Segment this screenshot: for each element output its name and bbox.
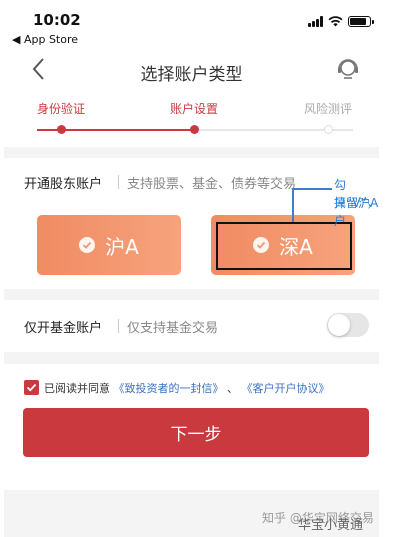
section-divider [4, 289, 379, 300]
annotation-line-vertical [292, 188, 294, 222]
sh-a-account-button[interactable]: 沪A [37, 215, 181, 275]
checkmark-icon [26, 383, 37, 392]
step-dot-3 [324, 125, 333, 134]
agreement-separator: 、 [227, 382, 238, 395]
cellular-signal-icon [308, 16, 323, 27]
step-dot-1 [57, 125, 66, 134]
stock-account-subtitle: 支持股票、基金、债券等交易 [127, 177, 297, 192]
fund-only-toggle[interactable] [327, 313, 369, 337]
step-identity: 身份验证 [37, 102, 86, 116]
wifi-icon [328, 16, 343, 27]
progress-stepper: 身份验证 账户设置 风险测评 [4, 100, 379, 140]
sh-a-label: 沪A [105, 234, 139, 259]
next-step-button[interactable]: 下一步 [23, 408, 369, 457]
agreement-text: 已阅读并同意 《致投资者的一封信》 、 《客户开户协议》 [44, 380, 330, 396]
battery-level [350, 18, 367, 25]
agreement-checkbox[interactable] [24, 380, 39, 395]
divider [118, 319, 119, 333]
account-agreement-link[interactable]: 《客户开户协议》 [242, 382, 330, 395]
battery-icon [348, 16, 374, 27]
step-account-settings: 账户设置 [170, 102, 219, 116]
investor-letter-link[interactable]: 《致投资者的一封信》 [114, 382, 224, 395]
step-dot-2 [190, 125, 199, 134]
back-to-app-store-link[interactable]: ◀ App Store [12, 33, 78, 46]
check-icon [79, 237, 96, 253]
annotation-highlight-box [216, 222, 352, 270]
section-divider [4, 147, 379, 158]
annotation-line-horizontal [292, 188, 332, 190]
section-divider [4, 352, 379, 364]
status-icons [308, 16, 374, 27]
phone-screen: 10:02 ◀ App Store 选择账户类型 身份验证 账户设置 风险测评 [4, 0, 379, 537]
step-risk-assessment: 风险测评 [304, 102, 353, 116]
customer-service-icon[interactable] [335, 56, 361, 82]
stock-account-title: 开通股东账户 [24, 177, 103, 192]
fund-account-subtitle: 仅支持基金交易 [127, 321, 219, 336]
toggle-knob [328, 314, 350, 336]
watermark-overlay: 华宝小黄通 [298, 518, 364, 533]
fund-account-title: 仅开基金账户 [24, 321, 103, 336]
divider [118, 175, 119, 189]
status-time: 10:02 [33, 11, 81, 29]
annotation-line-2: 只留沪A户 [334, 196, 379, 228]
page-title: 选择账户类型 [140, 65, 243, 85]
agreement-prefix: 已阅读并同意 [44, 382, 110, 395]
